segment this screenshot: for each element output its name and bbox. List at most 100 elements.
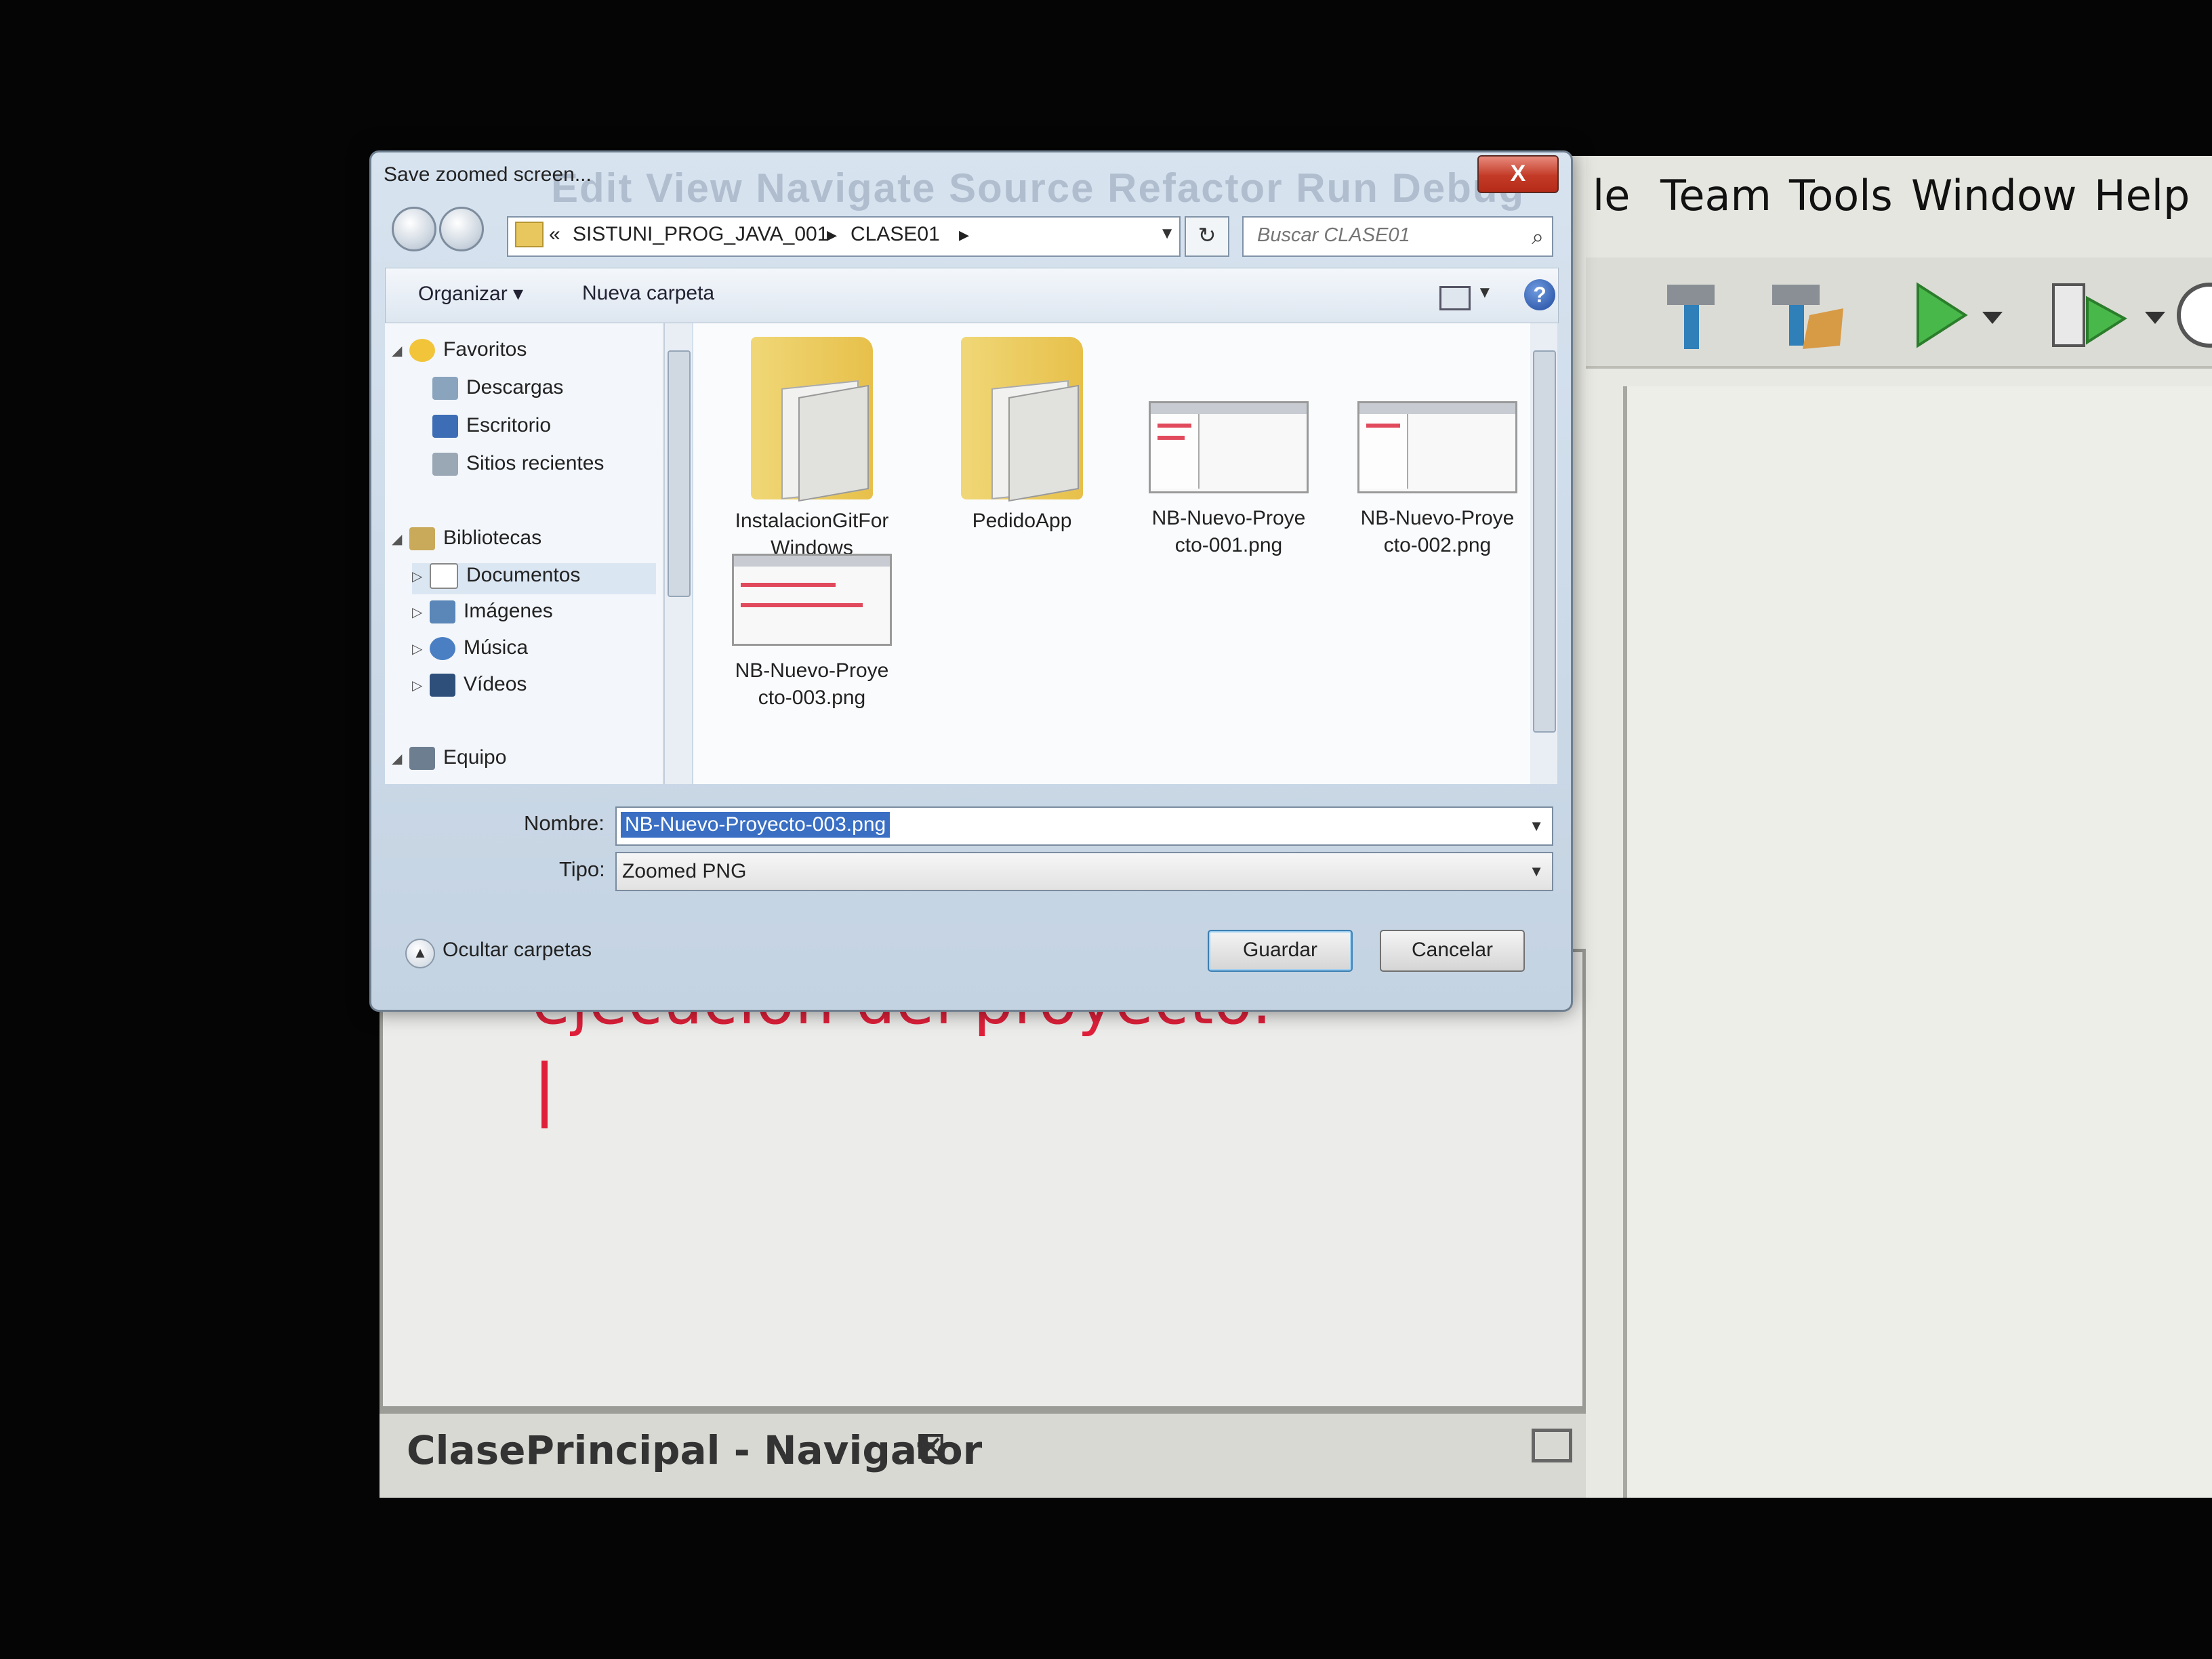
refresh-button[interactable]: ↻ [1185,216,1229,257]
nav-documents[interactable]: ▷ Documentos [412,563,656,594]
view-icon[interactable] [1439,286,1471,310]
expand-arrow-icon[interactable]: ▷ [412,568,430,585]
editor-caret [541,1061,548,1128]
file-list-scrollbar[interactable] [1530,323,1557,784]
menu-tools[interactable]: Tools [1789,171,1893,220]
search-icon[interactable]: ⌕ [1532,224,1544,250]
save-button[interactable]: Guardar [1208,930,1353,972]
forward-button[interactable] [439,207,484,251]
nav-computer[interactable]: ◢ Equipo [392,746,506,777]
title-reflection: Edit View Navigate Source Refactor Run D… [551,165,1525,211]
nav-images[interactable]: ▷ Imágenes [412,600,553,631]
nav-libraries[interactable]: ◢ Bibliotecas [392,527,541,558]
nav-music[interactable]: ▷ Música [412,636,528,668]
breadcrumb-clase01[interactable]: CLASE01 [851,223,940,246]
help-icon[interactable]: ? [1524,279,1555,310]
filename-input[interactable]: NB-Nuevo-Proyecto-003.png ▼ [615,806,1553,846]
nav-label: Vídeos [464,673,527,695]
clean-build-icon[interactable] [1762,278,1850,352]
menu-help[interactable]: Help [2094,171,2190,220]
command-bar: Organizar ▾ Nueva carpeta ▼ ? [385,268,1559,323]
run-project-icon[interactable] [1904,278,1979,352]
expand-arrow-icon[interactable]: ▷ [412,640,430,657]
nav-recent[interactable]: Sitios recientes [432,452,604,483]
new-folder-button[interactable]: Nueva carpeta [582,282,714,305]
scrollbar-thumb[interactable] [668,350,691,597]
file-name-line2: cto-002.png [1383,534,1492,556]
nav-favorites[interactable]: ◢ Favoritos [392,338,527,369]
collapse-arrow-icon[interactable]: ◢ [392,750,409,767]
build-hammer-icon[interactable] [1654,278,1728,352]
breadcrumb-separator: ▸ [959,224,970,246]
folder-icon [515,222,544,247]
nav-label: Escritorio [466,414,552,436]
file-item-image[interactable]: NB-Nuevo-Proye cto-003.png [710,489,914,712]
debug-project-icon[interactable] [2047,278,2135,352]
back-button[interactable] [392,207,436,251]
close-button[interactable]: X [1477,155,1559,193]
images-icon [430,600,455,624]
nav-label: Bibliotecas [443,527,542,549]
nav-desktop[interactable]: Escritorio [432,414,551,445]
filetype-value: Zoomed PNG [622,860,747,882]
file-list: InstalacionGitFor Windows PedidoApp NB-N… [693,323,1530,784]
breadcrumb-separator: ▸ [827,224,838,246]
menu-window[interactable]: Window [1911,171,2076,220]
chevron-up-icon[interactable]: ▲ [405,939,435,968]
nav-scrollbar[interactable] [664,323,692,784]
breadcrumb-sistuni[interactable]: SISTUNI_PROG_JAVA_001 [573,223,828,246]
navigation-pane: ◢ Favoritos Descargas Escritorio Sitios r… [385,323,663,784]
search-input[interactable] [1257,224,1515,247]
nav-label: Descargas [466,376,564,398]
ide-editor[interactable]: ejecucion del proyecto. [380,949,1586,1410]
address-bar[interactable]: « SISTUNI_PROG_JAVA_001 ▸ CLASE01 ▸ ▼ [507,216,1181,257]
save-dialog: Edit View Navigate Source Refactor Run D… [369,150,1573,1012]
nav-label: Sitios recientes [466,452,605,474]
filename-value[interactable]: NB-Nuevo-Proyecto-003.png [621,812,890,838]
address-prefix[interactable]: « [549,223,560,246]
videos-icon [430,674,455,697]
filetype-select[interactable]: Zoomed PNG ▼ [615,852,1553,891]
file-item-folder[interactable]: PedidoApp [920,337,1124,535]
nav-label: Equipo [443,746,507,769]
expand-arrow-icon[interactable]: ▷ [412,677,430,694]
star-icon [409,339,435,363]
file-item-image[interactable]: NB-Nuevo-Proye cto-001.png [1127,337,1330,559]
expand-arrow-icon[interactable]: ▷ [412,604,430,621]
chevron-down-icon[interactable]: ▼ [1529,817,1544,835]
collapse-arrow-icon[interactable]: ◢ [392,531,409,548]
menu-team[interactable]: Team [1660,171,1771,220]
file-name: NB-Nuevo-Proye [1151,507,1306,529]
chevron-down-icon[interactable]: ▼ [1529,863,1544,880]
run-dropdown-icon[interactable] [1979,278,2006,352]
organize-button[interactable]: Organizar ▾ [418,282,523,306]
cancel-button[interactable]: Cancelar [1380,930,1525,972]
nav-label: Música [464,636,529,659]
libraries-icon [409,527,435,551]
file-item-image[interactable]: NB-Nuevo-Proye cto-002.png [1336,337,1530,559]
chevron-down-icon[interactable]: ▼ [1159,224,1175,243]
maximize-icon[interactable] [1532,1429,1572,1462]
ide-menubar: le Team Tools Window Help [1586,156,2212,258]
file-name-line2: cto-003.png [758,687,866,709]
nav-label: Documentos [466,563,581,586]
filename-label: Nombre: [524,811,605,835]
profile-clock-icon[interactable] [2169,278,2212,352]
nav-label: Imágenes [464,600,553,622]
menu-file-partial[interactable]: le [1593,171,1630,220]
chevron-down-icon[interactable]: ▼ [1477,283,1493,302]
debug-dropdown-icon[interactable] [2142,278,2169,352]
nav-downloads[interactable]: Descargas [432,376,563,407]
folder-icon [751,337,873,502]
close-icon[interactable]: ⊠ [915,1423,947,1468]
hide-folders-link[interactable]: Ocultar carpetas [443,939,592,962]
navigator-tab-label[interactable]: ClasePrincipal - Navigator [407,1427,982,1473]
filetype-label: Tipo: [559,857,605,881]
collapse-arrow-icon[interactable]: ◢ [392,342,409,359]
nav-videos[interactable]: ▷ Vídeos [412,673,527,704]
scrollbar-thumb[interactable] [1533,350,1556,733]
file-name: NB-Nuevo-Proye [1360,507,1515,529]
dialog-title: Save zoomed screen... [384,163,592,186]
file-name: NB-Nuevo-Proye [735,659,889,682]
search-box[interactable]: ⌕ [1242,216,1553,257]
